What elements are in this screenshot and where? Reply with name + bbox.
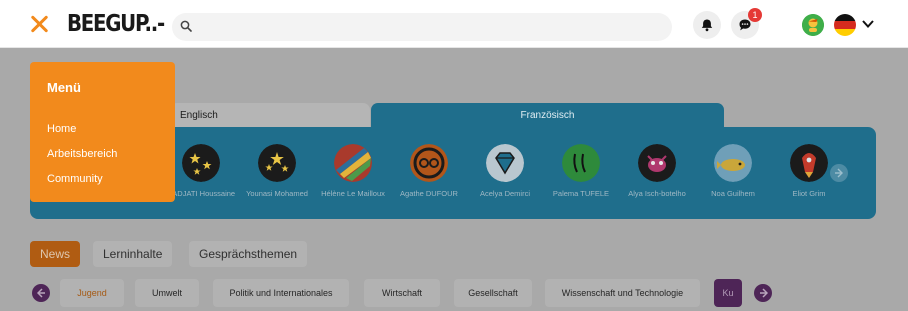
search-icon [180, 20, 192, 32]
tutor-avatar [182, 144, 220, 182]
tutor-name: Hélène Le Mailloux [321, 189, 385, 198]
tutor-name: Noa Guilhem [711, 189, 755, 198]
topic-kultur[interactable]: Ku [714, 279, 742, 307]
tutor-avatar [334, 144, 372, 182]
tutor-card[interactable]: Palema TUFELE [546, 144, 616, 199]
tutor-avatar [790, 144, 828, 182]
tutor-name: Eliot Grim [792, 189, 826, 198]
tutor-name: Younasi Mohamed [246, 189, 308, 198]
topic-jugend[interactable]: Jugend [60, 279, 124, 307]
main-menu-dropdown: Menü Home Arbeitsbereich Community [30, 62, 175, 202]
unread-badge: 1 [748, 8, 762, 22]
top-bar: BEEGUP..- 1 [0, 0, 908, 48]
tutor-card[interactable]: Younasi Mohamed [242, 144, 312, 199]
tutor-name: NADJATI Houssaine [166, 189, 236, 198]
beegup-logo[interactable]: BEEGUP..- [67, 11, 165, 37]
menu-item-home[interactable]: Home [47, 123, 76, 135]
topic-wissenschaft[interactable]: Wissenschaft und Technologie [545, 279, 700, 307]
arrow-right-icon [760, 288, 768, 298]
tutor-avatar [258, 144, 296, 182]
user-avatar[interactable] [802, 14, 824, 36]
topic-politik[interactable]: Politik und Internationales [213, 279, 349, 307]
tutor-name: Agathe DUFOUR [400, 189, 458, 198]
arrow-right-icon [835, 168, 843, 178]
tutor-card[interactable]: NADJATI Houssaine [166, 144, 236, 199]
menu-title: Menü [47, 80, 81, 95]
german-flag-icon[interactable] [834, 14, 856, 36]
tutor-avatar [638, 144, 676, 182]
tab-gespraechsthemen[interactable]: Gesprächsthemen [189, 241, 308, 267]
tutor-name: Palema TUFELE [552, 189, 610, 198]
carousel-next-button[interactable] [830, 164, 848, 182]
tab-lerninhalte[interactable]: Lerninhalte [93, 241, 173, 267]
menu-item-arbeitsbereich[interactable]: Arbeitsbereich [47, 148, 117, 160]
tab-news[interactable]: News [30, 241, 81, 267]
tutor-avatar [562, 144, 600, 182]
notifications-button[interactable] [693, 11, 721, 39]
close-menu-icon[interactable] [24, 10, 54, 40]
tutor-avatar [486, 144, 524, 182]
tutor-avatar [714, 144, 752, 182]
topic-gesellschaft[interactable]: Gesellschaft [454, 279, 532, 307]
tutor-name: Alya Isch-botelho [628, 189, 686, 198]
tutor-card[interactable]: Acelya Demirci [470, 144, 540, 199]
tutor-card[interactable]: Hélène Le Mailloux [318, 144, 388, 199]
tab-englisch[interactable]: Englisch [170, 103, 370, 129]
search-bar[interactable] [172, 13, 672, 41]
bell-icon [701, 19, 713, 32]
topics-prev-button[interactable] [32, 284, 50, 302]
search-input[interactable] [200, 13, 660, 41]
tutor-card[interactable]: Alya Isch-botelho [622, 144, 692, 199]
topic-filter-row: Jugend Umwelt Politik und Internationale… [30, 279, 876, 307]
arrow-left-icon [37, 288, 45, 298]
tutor-avatar [410, 144, 448, 182]
tutor-name: Acelya Demirci [479, 189, 530, 198]
topics-next-button[interactable] [754, 284, 772, 302]
topic-wirtschaft[interactable]: Wirtschaft [364, 279, 440, 307]
tutor-card[interactable]: Agathe DUFOUR [394, 144, 464, 199]
topic-umwelt[interactable]: Umwelt [135, 279, 199, 307]
chevron-down-icon[interactable] [861, 18, 875, 30]
tab-franzoesisch[interactable]: Französisch [371, 103, 724, 129]
menu-item-community[interactable]: Community [47, 173, 103, 185]
tutor-card[interactable]: Noa Guilhem [698, 144, 768, 199]
avatar-image-icon [802, 14, 824, 36]
